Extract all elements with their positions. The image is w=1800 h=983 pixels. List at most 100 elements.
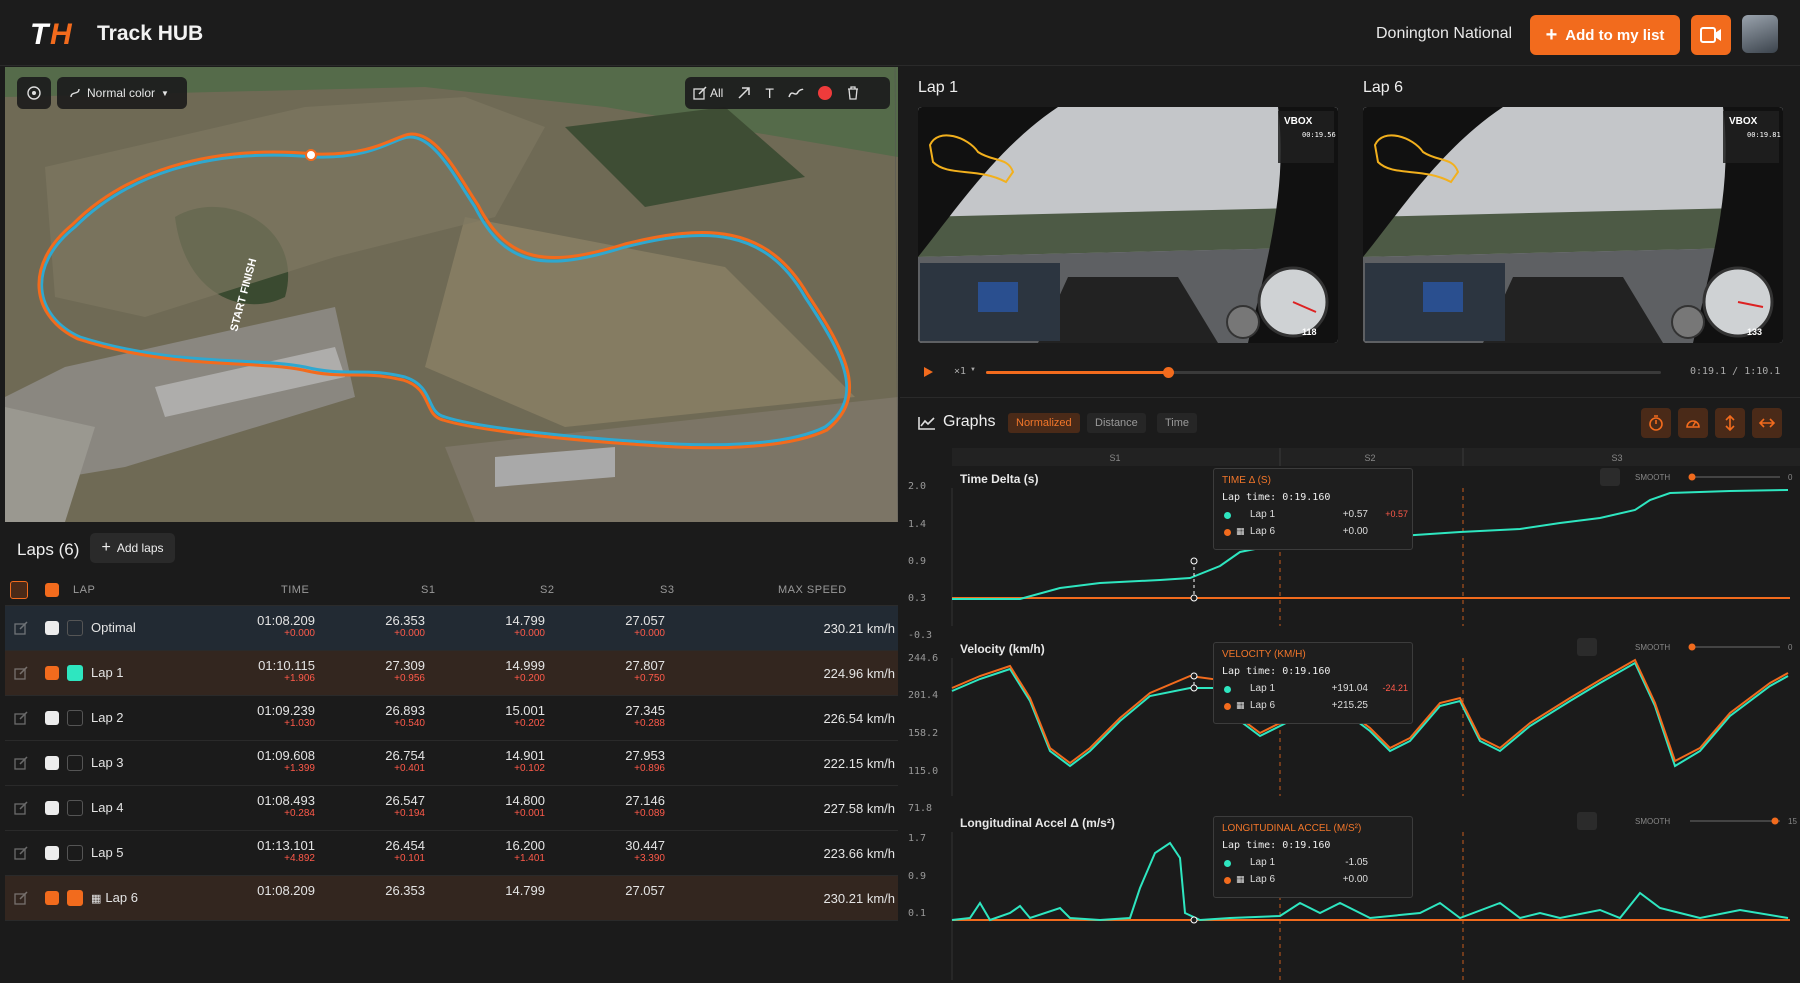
play-icon[interactable] (922, 366, 934, 378)
vbox-brand: VBOX (1284, 116, 1313, 127)
lap6-dot (1224, 703, 1231, 710)
edit-all-button[interactable]: All (693, 86, 723, 100)
lap-s1: 26.353 +0.000 (345, 613, 425, 640)
smooth-value: 0 (1788, 643, 1793, 652)
seek-track[interactable] (986, 367, 1661, 378)
lap-color-swatch[interactable] (67, 665, 83, 681)
lap-checkbox[interactable] (45, 801, 59, 815)
y-tick-label: 115.0 (908, 766, 938, 777)
trash-icon[interactable] (846, 86, 860, 100)
freehand-icon[interactable] (788, 86, 804, 100)
lap-color-swatch[interactable] (67, 620, 83, 636)
lap-checkbox[interactable] (45, 711, 59, 725)
smooth-slider-handle[interactable] (1688, 473, 1696, 481)
lap-row[interactable]: Lap 3 01:09.608 +1.399 26.754 +0.401 14.901 +0… (5, 741, 898, 786)
smooth-toggle-button[interactable] (1577, 812, 1597, 830)
vertical-resize-button[interactable] (1715, 408, 1745, 438)
lap-checkbox[interactable] (45, 891, 59, 905)
video-right[interactable]: VBOX 00:19.81 133 (1363, 107, 1783, 343)
color-mode-select[interactable]: Normal color ▼ (57, 77, 187, 109)
lap-row[interactable]: Optimal 01:08.209 +0.000 26.353 +0.000 14.799… (5, 606, 898, 651)
lap-color-swatch[interactable] (67, 710, 83, 726)
y-tick-label: 244.6 (908, 653, 938, 664)
lap-time-value: 01:09.239 (257, 703, 315, 718)
s3-value: 30.447 (625, 838, 665, 853)
lap-row[interactable]: ▦ Lap 6 01:08.209 26.353 14.799 27.057 230.21 … (5, 876, 898, 921)
speedometer-button[interactable] (1678, 408, 1708, 438)
y-tick-label: 0.9 (908, 556, 926, 567)
tooltip-lap1-delta: +0.57 (1385, 509, 1408, 519)
stopwatch-button[interactable] (1641, 408, 1671, 438)
smooth-slider-handle[interactable] (1688, 643, 1696, 651)
lap-s3: 27.953 +0.896 (585, 748, 665, 775)
edit-icon[interactable] (14, 756, 28, 770)
locate-button[interactable] (17, 77, 51, 109)
tooltip-lap-time: Lap time: 0:19.160 (1222, 840, 1331, 851)
s1-value: 26.547 (385, 793, 425, 808)
video-left[interactable]: VBOX 00:19.56 118 (918, 107, 1338, 343)
mode-normalized[interactable]: Normalized (1008, 413, 1080, 433)
edit-icon[interactable] (14, 801, 28, 815)
tooltip-lap-time: Lap time: 0:19.160 (1222, 666, 1331, 677)
s2-value: 14.800 (505, 793, 545, 808)
lap-color-swatch[interactable] (67, 800, 83, 816)
lap-name-text: Optimal (91, 620, 136, 635)
app-logo[interactable]: T H (30, 18, 82, 48)
s1-value: 26.754 (385, 748, 425, 763)
lap-checkbox[interactable] (45, 756, 59, 770)
graph-title: Time Delta (s) (960, 472, 1038, 486)
edit-icon[interactable] (14, 621, 28, 635)
lap-name-text: Lap 5 (91, 845, 124, 860)
lap-checkbox[interactable] (45, 666, 59, 680)
lap-color-swatch[interactable] (67, 845, 83, 861)
smooth-toggle-button[interactable] (1577, 638, 1597, 656)
lap-checkbox[interactable] (45, 621, 59, 635)
smooth-toggle-button[interactable] (1600, 468, 1620, 486)
lap-s1: 27.309 +0.956 (345, 658, 425, 685)
speed-rate[interactable]: ×1 (954, 366, 966, 377)
edit-icon[interactable] (14, 666, 28, 680)
speedometer-icon (1686, 420, 1700, 428)
graphs-header: Graphs Normalized Distance Time (900, 398, 1800, 448)
laps-panel: Laps (6) + Add laps LAP TIME S1 S2 S3 MA… (0, 522, 898, 982)
satellite-map: START FINISH (5, 67, 898, 522)
checkered-flag-icon: ▦ (1236, 874, 1245, 884)
toggle-all-checkbox[interactable] (45, 583, 59, 597)
add-to-list-button[interactable]: + Add to my list (1530, 15, 1680, 55)
video-panel: Lap 1 Lap 6 VBOX 00:19.56 118 VBOX 00:19… (900, 67, 1800, 397)
lap-color-swatch[interactable] (67, 755, 83, 771)
y-tick-label: 2.0 (908, 481, 926, 492)
text-icon[interactable]: T (765, 85, 774, 101)
lap-row[interactable]: Lap 2 01:09.239 +1.030 26.893 +0.540 15.001 +0… (5, 696, 898, 741)
mode-distance[interactable]: Distance (1087, 413, 1146, 433)
lap-row[interactable]: Lap 5 01:13.101 +4.892 26.454 +0.101 16.200 +1… (5, 831, 898, 876)
edit-icon[interactable] (14, 846, 28, 860)
add-laps-button[interactable]: + Add laps (90, 533, 175, 563)
lap-name: ▦ Lap 6 (91, 890, 138, 905)
avatar[interactable] (1742, 15, 1778, 53)
mode-time[interactable]: Time (1157, 413, 1198, 433)
lap-row[interactable]: Lap 4 01:08.493 +0.284 26.547 +0.194 14.800 +0… (5, 786, 898, 831)
edit-icon[interactable] (14, 891, 28, 905)
tooltip-row-lap6: ▦ Lap 6 +215.25 (1222, 700, 1404, 717)
lap-s3: 27.345 +0.288 (585, 703, 665, 730)
seek-handle[interactable] (1163, 367, 1175, 378)
arrow-icon[interactable] (737, 86, 751, 100)
smooth-slider-handle[interactable] (1771, 817, 1779, 825)
edit-all-laps-icon[interactable] (10, 581, 28, 599)
lap-max-speed: 226.54 km/h (823, 711, 895, 726)
lap-checkbox[interactable] (45, 846, 59, 860)
current-time: 0:19.1 (1690, 366, 1727, 377)
color-mode-label: Normal color (87, 86, 156, 100)
lap-time: 01:09.239 +1.030 (235, 703, 315, 730)
lap-row[interactable]: Lap 1 01:10.115 +1.906 27.309 +0.956 14.999 +0… (5, 651, 898, 696)
horizontal-resize-button[interactable] (1752, 408, 1782, 438)
track-map[interactable]: START FINISH Normal color ▼ All T (5, 67, 898, 522)
record-dot-icon[interactable] (817, 86, 832, 100)
lap-color-swatch[interactable] (67, 890, 83, 906)
y-tick-label: 71.8 (908, 803, 932, 814)
edit-icon[interactable] (14, 711, 28, 725)
lap-name: Lap 1 (91, 665, 124, 680)
video-button[interactable] (1691, 15, 1731, 55)
s3-value: 27.146 (625, 793, 665, 808)
